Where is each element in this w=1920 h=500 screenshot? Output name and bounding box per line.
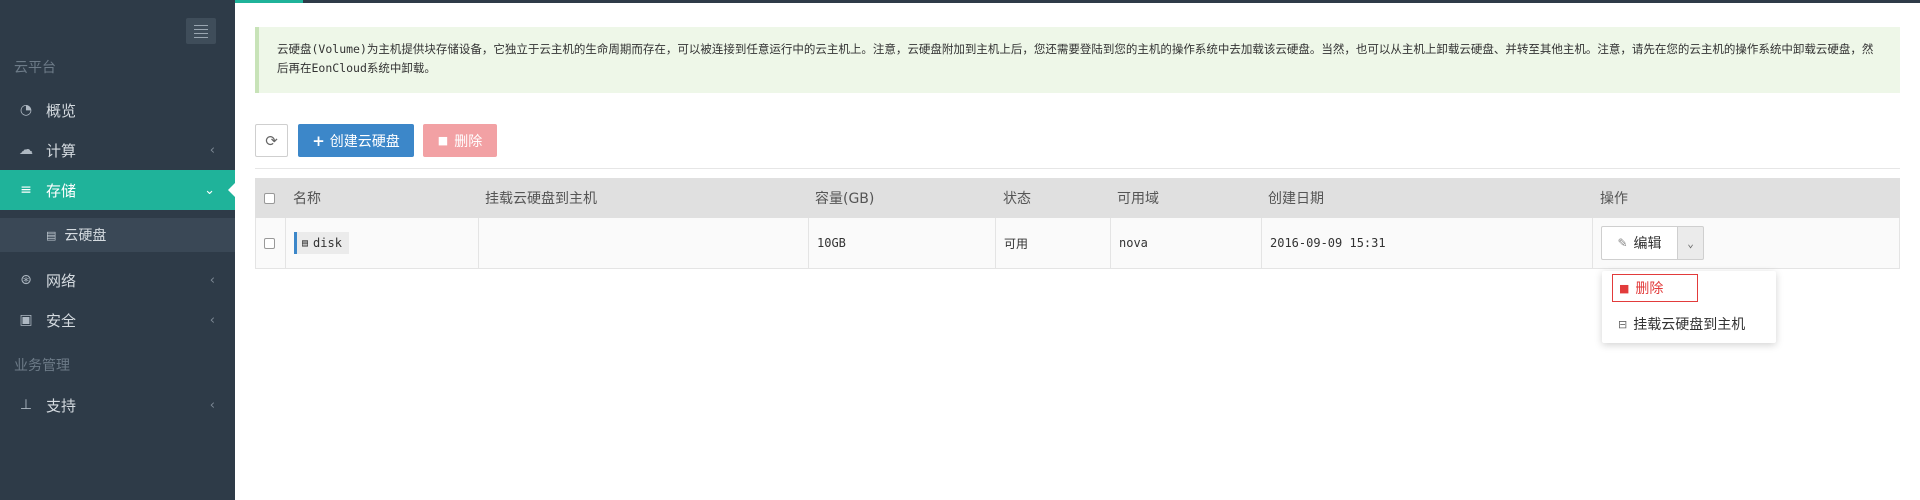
sidebar-item-compute[interactable]: ☁ 计算 ‹ [0, 130, 235, 170]
divider [255, 168, 1900, 169]
database-icon: ≡ [20, 182, 32, 198]
status-cell: 可用 [995, 218, 1028, 268]
sidebar-item-storage[interactable]: ≡ 存储 ⌄ [0, 170, 236, 210]
chevron-left-icon: ‹ [209, 397, 215, 413]
info-text: 云硬盘(Volume)为主机提供块存储设备，它独立于云主机的生命周期而存在，可以… [277, 42, 1874, 75]
actions-cell-divider [1592, 218, 1593, 268]
table-row: ▤ disk 10GB 可用 nova 2016-09-09 15:31 ✎ 编… [255, 218, 1900, 269]
row-checkbox[interactable] [264, 218, 275, 268]
header-attach: 挂载云硬盘到主机 [485, 191, 597, 207]
trash-icon: ■ [437, 134, 449, 147]
edit-label: 编辑 [1633, 236, 1662, 252]
sidebar-item-label: 网络 [46, 271, 77, 290]
sidebar-item-label: 计算 [46, 141, 77, 160]
sidebar-item-label: 安全 [46, 311, 77, 330]
pin-icon: ⊥ [19, 397, 33, 413]
refresh-icon: ⟳ [265, 131, 278, 150]
chevron-left-icon: ‹ [209, 142, 215, 158]
database-icon: ▤ [46, 228, 57, 242]
dropdown-delete-item[interactable]: ■ 删除 [1612, 274, 1698, 302]
edit-button[interactable]: ✎ 编辑 [1601, 226, 1678, 260]
action-dropdown-toggle[interactable]: ⌄ [1678, 226, 1704, 260]
chevron-down-icon: ⌄ [204, 182, 215, 198]
chevron-left-icon: ‹ [209, 272, 215, 288]
sidebar-item-overview[interactable]: ◔ 概览 [0, 90, 235, 130]
dropdown-attach-label: 挂载云硬盘到主机 [1633, 317, 1746, 333]
header-capacity: 容量(GB) [815, 191, 875, 207]
sidebar-item-label: 支持 [46, 396, 77, 415]
sidebar-subitem-label: 云硬盘 [64, 228, 107, 244]
select-all-checkbox[interactable] [264, 178, 275, 218]
header-created: 创建日期 [1268, 191, 1324, 207]
sidebar-subitem-volume[interactable]: ▤ 云硬盘 [0, 218, 235, 252]
sidebar-item-label: 存储 [46, 181, 77, 200]
dropdown-attach-item[interactable]: ⊟ 挂载云硬盘到主机 [1618, 311, 1745, 337]
refresh-button[interactable]: ⟳ [255, 124, 288, 157]
section-title-cloud: 云平台 [14, 60, 56, 76]
chevron-left-icon: ‹ [209, 312, 215, 328]
hdd-icon: ▤ [302, 237, 309, 249]
delete-label: 删除 [454, 133, 483, 150]
trash-icon: ■ [1619, 281, 1630, 295]
header-name: 名称 [293, 191, 321, 207]
volume-name: disk [313, 236, 342, 250]
briefcase-icon: ▣ [19, 312, 33, 328]
volume-name-cell: ▤ disk [285, 218, 349, 268]
dashboard-icon: ◔ [19, 102, 33, 118]
action-dropdown-menu: ■ 删除 ⊟ 挂载云硬盘到主机 [1602, 271, 1776, 343]
section-title-business: 业务管理 [14, 358, 70, 374]
header-status: 状态 [1003, 191, 1031, 207]
table-header: 名称 挂载云硬盘到主机 容量(GB) 状态 可用域 创建日期 操作 [255, 178, 1900, 218]
capacity-cell: 10GB [808, 218, 846, 268]
attach-cell [478, 218, 487, 268]
zone-cell: nova [1110, 218, 1148, 268]
sidebar-item-label: 概览 [46, 101, 77, 120]
top-bar [235, 0, 1920, 3]
chevron-down-icon: ⌄ [1687, 236, 1694, 250]
sidebar: 云平台 ◔ 概览 ☁ 计算 ‹ ≡ 存储 ⌄ ▤ 云硬盘 ⊛ 网络 ‹ ▣ 安全… [0, 0, 236, 500]
header-actions: 操作 [1600, 191, 1628, 207]
dropdown-delete-label: 删除 [1635, 281, 1664, 297]
sidebar-toggle-button[interactable] [186, 18, 216, 44]
network-icon: ⊛ [20, 272, 32, 288]
delete-button[interactable]: ■ 删除 [423, 124, 497, 157]
edit-icon: ✎ [1617, 236, 1628, 250]
sidebar-item-security[interactable]: ▣ 安全 ‹ [0, 300, 235, 340]
create-volume-button[interactable]: + 创建云硬盘 [298, 124, 414, 157]
volume-table: 名称 挂载云硬盘到主机 容量(GB) 状态 可用域 创建日期 操作 ▤ disk… [255, 178, 1900, 269]
plus-icon: + [312, 131, 325, 150]
info-box: 云硬盘(Volume)为主机提供块存储设备，它独立于云主机的生命周期而存在，可以… [255, 27, 1900, 93]
created-cell: 2016-09-09 15:31 [1261, 218, 1386, 268]
sidebar-item-network[interactable]: ⊛ 网络 ‹ [0, 260, 235, 300]
header-zone: 可用域 [1117, 191, 1159, 207]
top-accent [235, 0, 303, 3]
action-button-group: ✎ 编辑 ⌄ [1601, 226, 1704, 260]
create-volume-label: 创建云硬盘 [329, 133, 400, 150]
cloud-icon: ☁ [19, 142, 33, 158]
hdd-icon: ⊟ [1618, 317, 1628, 331]
sidebar-item-support[interactable]: ⊥ 支持 ‹ [0, 385, 235, 425]
volume-name-link[interactable]: ▤ disk [294, 232, 349, 254]
